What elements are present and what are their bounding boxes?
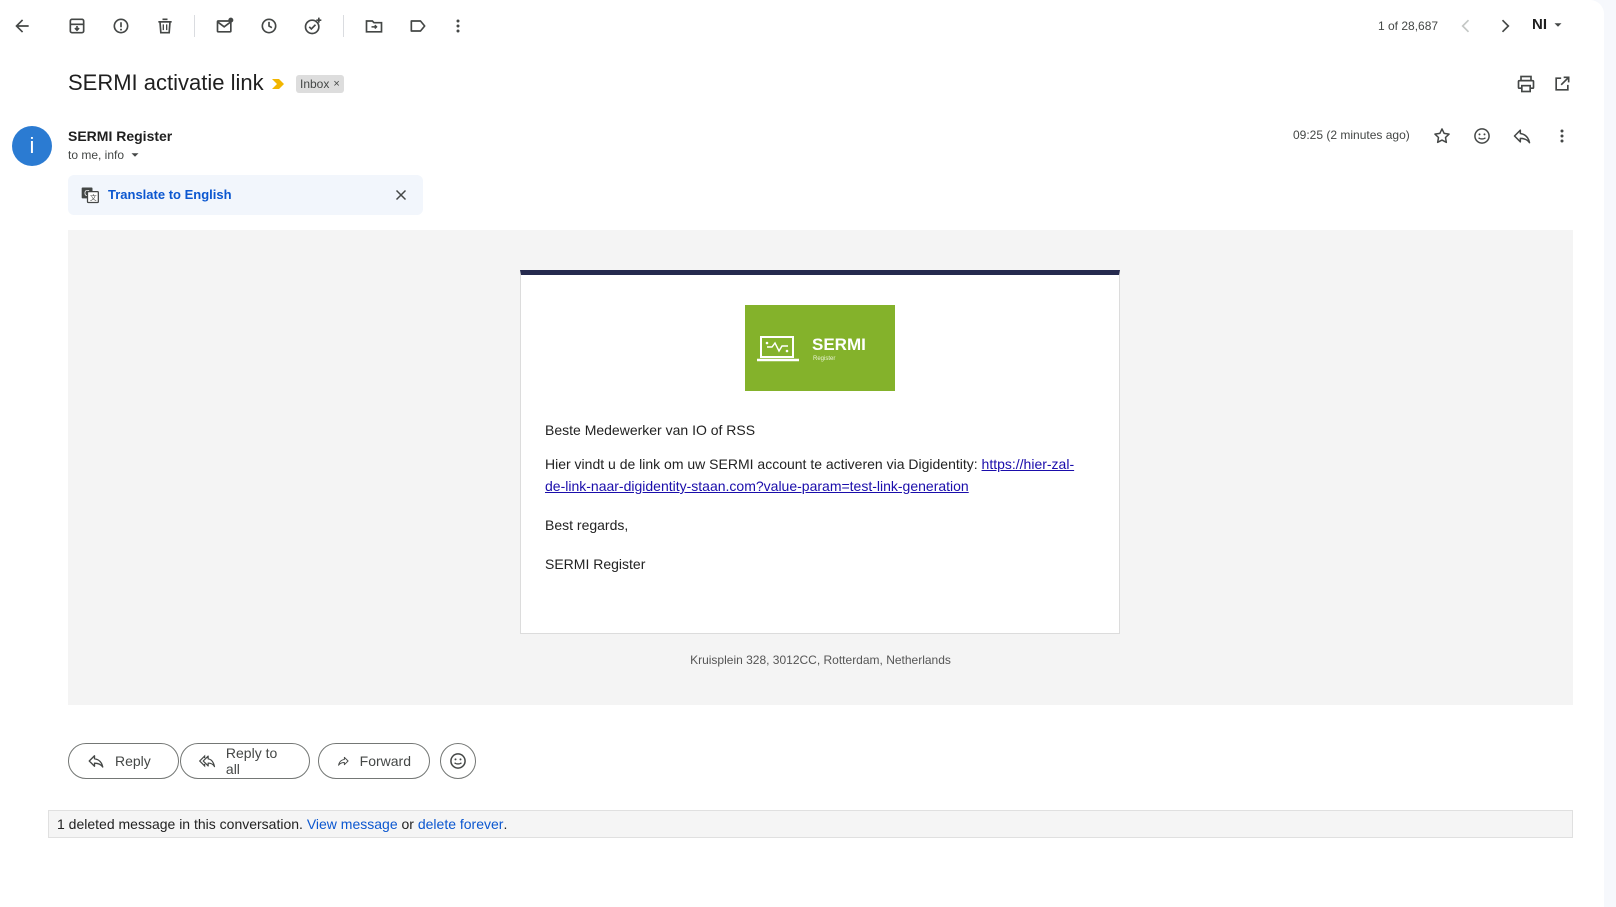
sermi-logo: SERMI Register	[745, 305, 895, 391]
translate-icon: G文	[80, 185, 100, 210]
toolbar-divider	[343, 15, 344, 37]
pagination-count: 1 of 28,687	[1378, 19, 1439, 33]
add-to-tasks-icon[interactable]	[299, 12, 327, 40]
importance-marker-icon[interactable]	[270, 76, 286, 97]
message-more-icon[interactable]	[1548, 122, 1576, 150]
sender-name: SERMI Register	[68, 128, 173, 144]
label-icon[interactable]	[404, 12, 432, 40]
recipients-details-caret-icon	[131, 153, 139, 157]
forward-button[interactable]: Forward	[318, 743, 430, 779]
snooze-icon[interactable]	[255, 12, 283, 40]
email-signature: SERMI Register	[545, 556, 646, 572]
email-body-area: SERMI Register Beste Medewerker van IO o…	[68, 230, 1573, 705]
move-to-icon[interactable]	[360, 12, 388, 40]
forward-label: Forward	[359, 753, 411, 769]
reply-icon[interactable]	[1508, 122, 1536, 150]
email-body-prefix: Hier vindt u de link om uw SERMI account…	[545, 456, 982, 472]
toolbar-divider	[194, 15, 195, 37]
reply-button[interactable]: Reply	[68, 743, 179, 779]
reply-label: Reply	[115, 753, 151, 769]
deleted-message-notice: 1 deleted message in this conversation. …	[48, 810, 1573, 838]
smiley-icon	[450, 753, 466, 769]
translate-to-english-link[interactable]: Translate to English	[108, 187, 232, 202]
open-in-new-window-icon[interactable]	[1548, 70, 1576, 98]
recipients-text: to me, info	[68, 148, 125, 162]
delete-forever-link[interactable]: delete forever	[418, 816, 504, 832]
sender-avatar[interactable]: i	[12, 126, 52, 166]
deleted-prefix: 1 deleted message in this conversation.	[57, 816, 307, 832]
star-icon[interactable]	[1428, 122, 1456, 150]
emoji-reaction-button[interactable]	[440, 743, 476, 779]
footer-address: Kruisplein 328, 3012CC, Rotterdam, Nethe…	[690, 653, 951, 667]
newer-chevron-icon[interactable]	[1452, 12, 1480, 40]
email-subject: SERMI activatie link	[68, 70, 264, 95]
mark-unread-icon[interactable]	[211, 12, 239, 40]
older-chevron-icon[interactable]	[1491, 12, 1519, 40]
close-translate-icon[interactable]	[392, 186, 410, 209]
inbox-label-chip: Inbox ×	[296, 75, 344, 93]
remove-label-icon[interactable]: ×	[333, 78, 339, 90]
forward-icon	[338, 756, 349, 766]
email-main-paragraph: Hier vindt u de link om uw SERMI account…	[545, 453, 1095, 497]
view-message-link[interactable]: View message	[307, 816, 398, 832]
label-text: Inbox	[300, 77, 330, 91]
account-initials: NI	[1532, 16, 1547, 33]
translate-banner: G文 Translate to English	[68, 175, 423, 215]
reply-all-icon	[199, 754, 216, 768]
more-options-icon[interactable]	[444, 12, 472, 40]
archive-icon[interactable]	[63, 12, 91, 40]
caret-down-icon	[1554, 22, 1562, 27]
email-regards: Best regards,	[545, 517, 629, 533]
back-arrow-icon[interactable]	[8, 12, 36, 40]
deleted-middle: or	[397, 816, 418, 832]
activation-link-continued[interactable]: de-link-naar-digidentity-staan.com?value…	[545, 478, 969, 494]
activation-link[interactable]: https://hier-zal-	[982, 456, 1075, 472]
reply-all-label: Reply to all	[225, 745, 278, 777]
add-reaction-icon[interactable]	[1468, 122, 1496, 150]
logo-title: SERMI	[812, 335, 866, 354]
email-panel: 1 of 28,687 NI SERMI activatie link Inbo…	[0, 0, 1604, 907]
logo-subtitle: Register	[813, 356, 836, 362]
reply-button-icon	[88, 755, 104, 768]
message-time: 09:25 (2 minutes ago)	[1293, 128, 1410, 142]
svg-text:文: 文	[90, 193, 97, 202]
email-greeting: Beste Medewerker van IO of RSS	[545, 422, 756, 438]
reply-all-button[interactable]: Reply to all	[180, 743, 310, 779]
laptop-logo-icon	[757, 336, 799, 362]
email-card: SERMI Register Beste Medewerker van IO o…	[520, 270, 1120, 634]
account-switcher[interactable]: NI	[1532, 16, 1565, 33]
print-icon[interactable]	[1512, 70, 1540, 98]
delete-icon[interactable]	[151, 12, 179, 40]
report-spam-icon[interactable]	[107, 12, 135, 40]
deleted-suffix: .	[503, 816, 508, 832]
recipients-toggle[interactable]: to me, info	[68, 148, 142, 162]
